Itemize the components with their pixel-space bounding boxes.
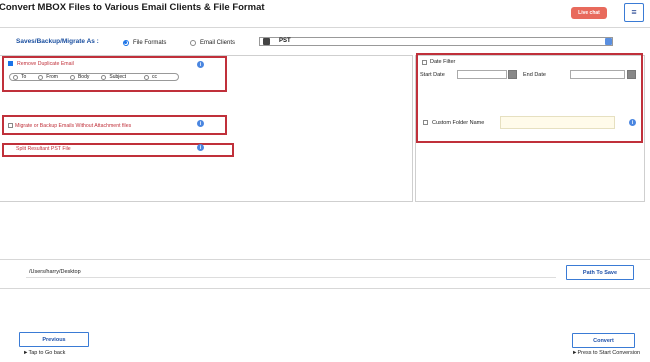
field-to-checkbox[interactable] [13, 74, 18, 80]
remove-duplicate-label: Remove Duplicate Email [17, 60, 74, 67]
info-icon[interactable]: i [197, 144, 204, 151]
field-cc-label: cc [152, 74, 158, 80]
field-from-checkbox[interactable] [38, 74, 44, 80]
info-icon[interactable]: i [197, 61, 204, 68]
previous-button[interactable]: Previous [19, 332, 89, 347]
radio-email-clients[interactable] [190, 40, 196, 46]
field-to-label: To [21, 74, 27, 80]
calendar-icon[interactable] [508, 70, 517, 79]
date-filter-checkbox[interactable] [422, 60, 427, 65]
without-attachment-checkbox[interactable] [8, 123, 13, 128]
custom-folder-input[interactable] [500, 116, 615, 129]
duplicate-fields-group: To From Body Subject cc [9, 73, 179, 81]
radio-file-formats-label[interactable]: File Formats [133, 40, 166, 46]
field-subject[interactable]: Subject [101, 74, 126, 80]
format-select-value: PST [279, 38, 291, 44]
date-filter-label: Date Filter [430, 59, 456, 65]
calendar-icon[interactable] [627, 70, 636, 79]
info-icon[interactable]: i [629, 119, 636, 126]
pst-file-icon [263, 38, 270, 45]
field-body[interactable]: Body [69, 74, 90, 80]
radio-email-clients-label[interactable]: Email Clients [200, 40, 235, 46]
without-attachment-label: Migrate or Backup Emails Without Attachm… [15, 122, 132, 129]
field-cc-checkbox[interactable] [144, 74, 150, 80]
destination-top-divider [0, 259, 650, 260]
field-from-label: From [46, 74, 58, 80]
convert-hint: ►Press to Start Conversion [572, 350, 641, 356]
radio-file-formats[interactable] [123, 40, 129, 46]
destination-path-value: /Users/harry/Desktop [29, 269, 81, 275]
field-body-checkbox[interactable] [69, 74, 75, 80]
hamburger-icon: ≡ [631, 7, 637, 17]
end-date-label: End Date [523, 72, 546, 78]
destination-bottom-divider [0, 288, 650, 289]
custom-folder-checkbox[interactable] [423, 120, 428, 125]
convert-button[interactable]: Convert [572, 333, 635, 348]
field-body-label: Body [77, 74, 90, 80]
start-date-label: Start Date [420, 72, 445, 78]
header-divider [0, 27, 650, 28]
info-icon[interactable]: i [197, 120, 204, 127]
menu-button[interactable]: ≡ [624, 3, 644, 22]
right-options-box [416, 53, 643, 143]
custom-folder-label: Custom Folder Name [432, 119, 485, 126]
field-to[interactable]: To [13, 74, 26, 80]
field-subject-checkbox[interactable] [101, 74, 107, 80]
previous-hint: ►Tap to Go back [23, 350, 66, 356]
destination-path-field[interactable]: /Users/harry/Desktop [26, 269, 556, 278]
app-title: Convert MBOX Files to Various Email Clie… [0, 2, 265, 13]
live-chat-button[interactable]: Live chat [571, 7, 607, 19]
split-pst-label: Split Resultant PST File [16, 146, 71, 152]
field-from[interactable]: From [38, 74, 58, 80]
chevron-down-icon[interactable] [605, 38, 612, 45]
end-date-input[interactable] [570, 70, 625, 79]
path-to-save-button[interactable]: Path To Save [566, 265, 634, 280]
field-subject-label: Subject [109, 74, 127, 80]
saves-label: Saves/Backup/Migrate As : [16, 38, 99, 45]
format-select[interactable]: PST [259, 37, 613, 46]
remove-duplicate-checkbox[interactable] [8, 61, 13, 66]
field-cc[interactable]: cc [144, 74, 157, 80]
start-date-input[interactable] [457, 70, 507, 79]
